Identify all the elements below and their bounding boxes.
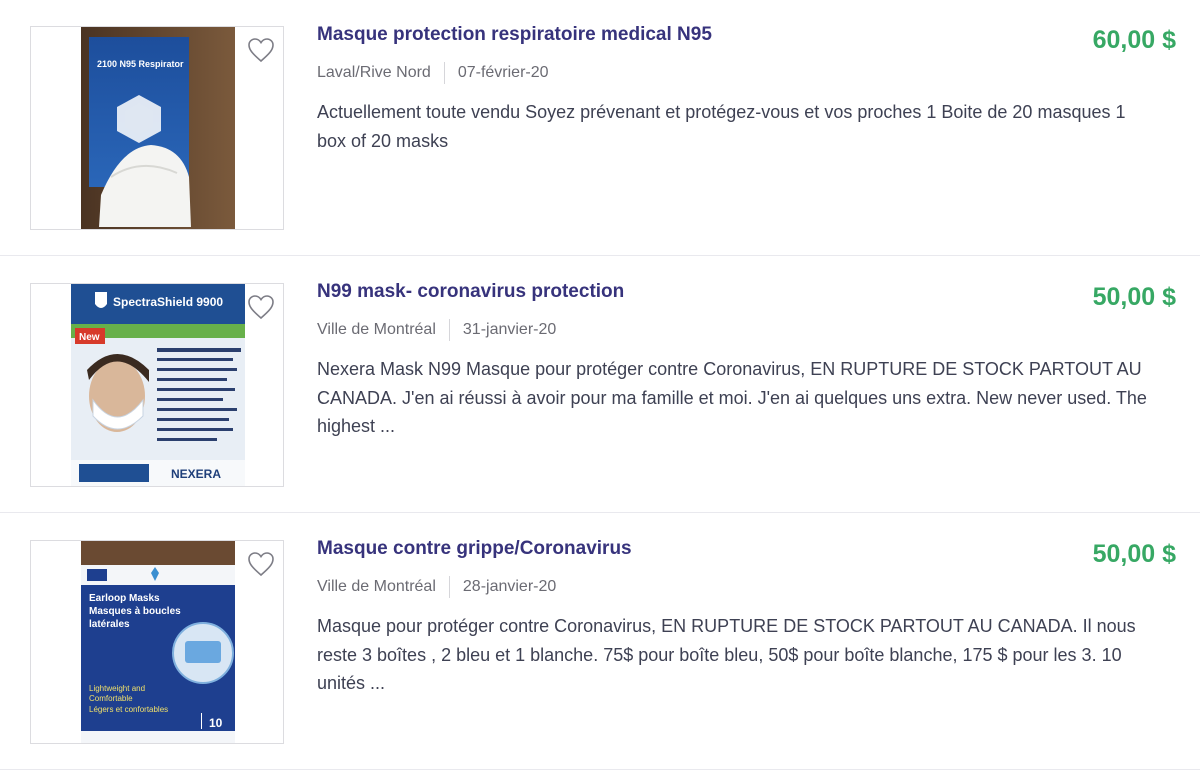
heart-outline-icon[interactable] xyxy=(247,37,275,63)
svg-text:10: 10 xyxy=(209,716,223,730)
svg-text:latérales: latérales xyxy=(89,619,130,630)
nexera-logo: NEXERA xyxy=(171,467,221,481)
svg-text:Masques à boucles: Masques à boucles xyxy=(89,606,181,617)
listing-date: 28-janvier-20 xyxy=(462,578,557,595)
meta-divider xyxy=(443,62,445,84)
listing-meta: Ville de Montréal 28-janvier-20 xyxy=(317,576,556,598)
meta-divider xyxy=(448,319,450,341)
listing-location: Ville de Montréal xyxy=(317,321,436,338)
listing-location: Laval/Rive Nord xyxy=(317,64,431,81)
heart-outline-icon[interactable] xyxy=(247,551,275,577)
listing-description: Nexera Mask N99 Masque pour protéger con… xyxy=(317,359,1147,436)
listing-date: 07-février-20 xyxy=(457,64,549,81)
svg-text:Lightweight and: Lightweight and xyxy=(89,684,145,693)
listing-meta: Ville de Montréal 31-janvier-20 xyxy=(317,319,556,341)
listing-title[interactable]: Masque protection respiratoire medical N… xyxy=(317,24,712,46)
listing-card[interactable]: SpectraShield 9900 New NEXERA N99 mask- … xyxy=(0,257,1200,513)
meta-divider xyxy=(448,576,450,598)
box-label: 2100 N95 Respirator xyxy=(97,59,184,69)
brand-label: SpectraShield 9900 xyxy=(113,295,223,309)
listing-price: 60,00 $ xyxy=(1092,26,1176,54)
listing-image[interactable]: SpectraShield 9900 New NEXERA xyxy=(71,284,245,486)
svg-text:New: New xyxy=(79,332,100,343)
listing-image-frame[interactable]: 2100 N95 Respirator xyxy=(30,26,284,230)
listing-card[interactable]: Earloop Masks Masques à boucles latérale… xyxy=(0,514,1200,770)
listing-title[interactable]: Masque contre grippe/Coronavirus xyxy=(317,538,632,560)
svg-text:Légers et confortables: Légers et confortables xyxy=(89,705,168,714)
listing-image-frame[interactable]: SpectraShield 9900 New NEXERA xyxy=(30,283,284,487)
shield-icon xyxy=(95,292,107,308)
listing-image-frame[interactable]: Earloop Masks Masques à boucles latérale… xyxy=(30,540,284,744)
listing-description: Actuellement toute vendu Soyez prévenant… xyxy=(317,102,1126,151)
listing-card[interactable]: 2100 N95 Respirator Masque protection re… xyxy=(0,0,1200,256)
listing-description: Masque pour protéger contre Coronavirus,… xyxy=(317,616,1136,693)
svg-text:Earloop Masks: Earloop Masks xyxy=(89,593,160,604)
listing-image[interactable]: Earloop Masks Masques à boucles latérale… xyxy=(81,541,235,743)
listing-image[interactable]: 2100 N95 Respirator xyxy=(81,27,235,229)
listing-date: 31-janvier-20 xyxy=(462,321,557,338)
heart-outline-icon[interactable] xyxy=(247,294,275,320)
svg-text:Comfortable: Comfortable xyxy=(89,694,133,703)
listing-price: 50,00 $ xyxy=(1092,540,1176,568)
listing-meta: Laval/Rive Nord 07-février-20 xyxy=(317,62,549,84)
listing-location: Ville de Montréal xyxy=(317,578,436,595)
listing-title[interactable]: N99 mask- coronavirus protection xyxy=(317,281,624,303)
listing-price: 50,00 $ xyxy=(1092,283,1176,311)
